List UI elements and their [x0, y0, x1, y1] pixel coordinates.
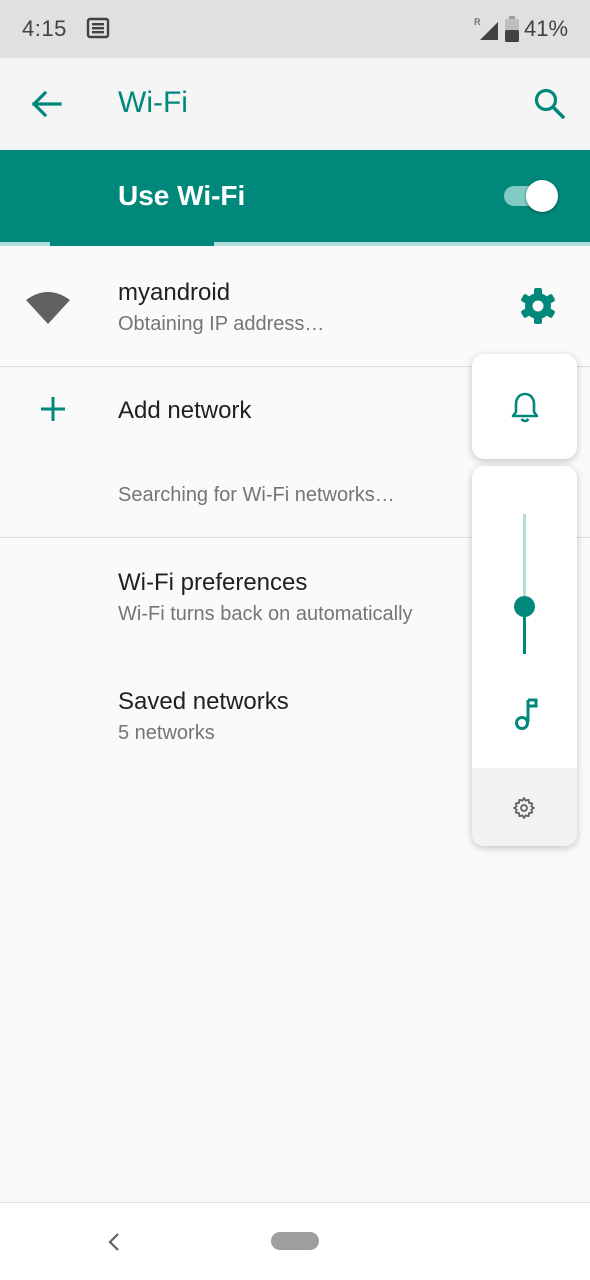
music-note-icon[interactable]	[510, 696, 540, 732]
volume-settings-button[interactable]	[472, 768, 577, 846]
add-network-label: Add network	[118, 397, 252, 424]
use-wifi-label: Use Wi-Fi	[118, 180, 246, 211]
volume-slider-thumb[interactable]	[514, 596, 535, 618]
bell-icon	[511, 392, 539, 423]
network-ssid: myandroid	[118, 279, 231, 306]
use-wifi-toggle[interactable]	[504, 180, 562, 212]
wifi-preferences-title: Wi-Fi preferences	[118, 569, 308, 596]
nav-home-pill[interactable]	[271, 1232, 319, 1250]
saved-networks-summary: 5 networks	[118, 722, 215, 744]
volume-panel	[472, 466, 577, 846]
app-toolbar: Wi-Fi	[0, 58, 590, 150]
signal-icon: R	[474, 17, 498, 40]
arrow-back-icon[interactable]	[26, 84, 66, 124]
nav-back-icon[interactable]	[104, 1231, 124, 1253]
network-settings-gear-icon[interactable]	[518, 286, 558, 326]
roaming-indicator: R	[474, 17, 481, 27]
status-time: 4:15	[22, 16, 67, 41]
gear-icon	[513, 797, 535, 819]
network-row-myandroid[interactable]	[0, 246, 590, 366]
toggle-thumb	[526, 180, 558, 212]
battery-icon	[505, 16, 519, 42]
page-title: Wi-Fi	[118, 86, 188, 119]
ringer-mode-button[interactable]	[472, 354, 577, 459]
wifi-preferences-summary: Wi-Fi turns back on automatically	[118, 603, 413, 625]
saved-networks-title: Saved networks	[118, 688, 289, 715]
wifi-signal-icon	[26, 292, 70, 324]
plus-icon	[41, 397, 65, 421]
use-wifi-bar[interactable]: Use Wi-Fi	[0, 150, 590, 242]
battery-percent: 41%	[524, 16, 569, 41]
status-bar: 4:15 R 41%	[0, 0, 590, 58]
search-icon[interactable]	[528, 82, 572, 126]
scan-status-text: Searching for Wi-Fi networks…	[118, 484, 395, 506]
system-nav-bar	[0, 1202, 590, 1280]
network-status: Obtaining IP address…	[118, 313, 325, 335]
notification-news-icon	[86, 17, 110, 39]
